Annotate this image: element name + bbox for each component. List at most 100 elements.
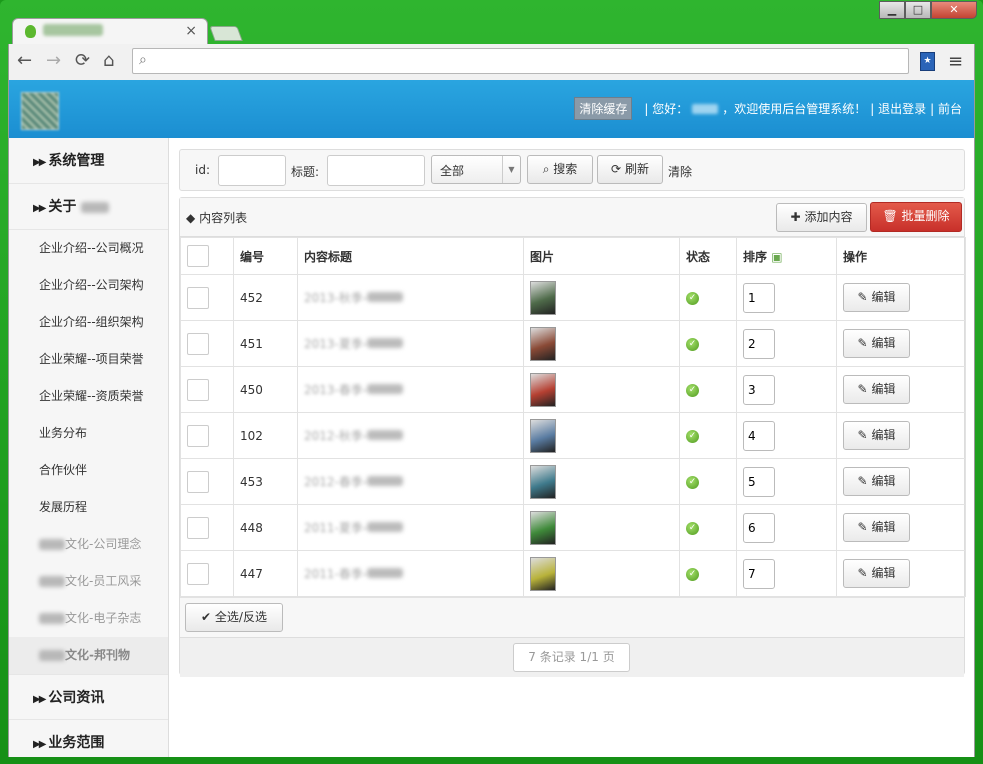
status-ok-icon[interactable]: ✓: [686, 383, 699, 397]
sidebar-item-history[interactable]: 发展历程: [9, 489, 168, 526]
reload-icon[interactable]: ⟳: [75, 51, 90, 71]
minimize-button[interactable]: ▁: [879, 1, 905, 19]
sort-order-input[interactable]: [743, 374, 775, 405]
sidebar-item-project-honors[interactable]: 企业荣耀--项目荣誉: [9, 341, 168, 378]
row-title[interactable]: 2012-春季-: [297, 458, 524, 505]
sidebar-section-about[interactable]: ▶▶ 关于: [9, 184, 168, 230]
edit-button[interactable]: ✎ 编辑: [843, 283, 910, 312]
row-thumbnail[interactable]: [530, 510, 556, 545]
row-title[interactable]: 2011-春季-: [297, 550, 524, 597]
row-title[interactable]: 2012-秋季-: [297, 412, 524, 459]
row-thumbnail[interactable]: [530, 280, 556, 315]
row-thumbnail[interactable]: [530, 372, 556, 407]
forward-icon[interactable]: →: [46, 51, 61, 71]
clear-link[interactable]: 清除: [668, 163, 692, 180]
sort-order-input[interactable]: [743, 512, 775, 543]
id-input[interactable]: [218, 155, 286, 186]
redacted-text: [39, 650, 65, 661]
edit-button[interactable]: ✎ 编辑: [843, 421, 910, 450]
status-ok-icon[interactable]: ✓: [686, 429, 699, 443]
frontend-link[interactable]: | 前台: [930, 100, 962, 117]
status-ok-icon[interactable]: ✓: [686, 337, 699, 351]
row-checkbox[interactable]: [187, 470, 209, 493]
row-title[interactable]: 2013-春季-: [297, 366, 524, 413]
row-thumbnail[interactable]: [530, 464, 556, 499]
tab-close-icon[interactable]: ×: [185, 23, 197, 39]
row-checkbox[interactable]: [187, 286, 209, 309]
browser-tab[interactable]: ×: [12, 18, 208, 44]
sort-order-input[interactable]: [743, 420, 775, 451]
row-thumbnail[interactable]: [530, 418, 556, 453]
edit-icon: ✎: [857, 290, 868, 304]
address-input[interactable]: [159, 52, 899, 70]
row-thumbnail[interactable]: [530, 556, 556, 591]
sidebar-item-culture-staff[interactable]: 文化-员工风采: [9, 563, 168, 600]
sidebar-item-qualification-honors[interactable]: 企业荣耀--资质荣誉: [9, 378, 168, 415]
table-row: 102 2012-秋季- ✓ ✎ 编辑: [180, 412, 966, 459]
edit-button[interactable]: ✎ 编辑: [843, 375, 910, 404]
row-checkbox[interactable]: [187, 516, 209, 539]
sidebar-section-business[interactable]: ▶▶ 业务范围: [9, 720, 168, 757]
category-select[interactable]: 全部 ▼: [431, 155, 521, 184]
new-tab-button[interactable]: [209, 26, 243, 41]
row-checkbox[interactable]: [187, 562, 209, 585]
row-sort: [736, 274, 837, 321]
row-title[interactable]: 2011-夏季-: [297, 504, 524, 551]
maximize-button[interactable]: □: [905, 1, 931, 19]
row-thumbnail[interactable]: [530, 326, 556, 361]
status-ok-icon[interactable]: ✓: [686, 291, 699, 305]
sidebar-item-org-structure[interactable]: 企业介绍--组织架构: [9, 304, 168, 341]
sidebar-item-company-structure[interactable]: 企业介绍--公司架构: [9, 267, 168, 304]
status-ok-icon[interactable]: ✓: [686, 567, 699, 581]
sidebar-item-company-overview[interactable]: 企业介绍--公司概况: [9, 230, 168, 267]
sort-order-input[interactable]: [743, 282, 775, 313]
clear-cache-button[interactable]: 清除缓存: [574, 97, 633, 120]
sort-order-input[interactable]: [743, 558, 775, 589]
title-input[interactable]: [327, 155, 425, 186]
tab-title-redacted: [43, 24, 103, 36]
close-window-button[interactable]: ✕: [931, 1, 977, 19]
row-checkbox[interactable]: [187, 378, 209, 401]
edit-button[interactable]: ✎ 编辑: [843, 467, 910, 496]
edit-button[interactable]: ✎ 编辑: [843, 329, 910, 358]
redacted-text: [367, 476, 404, 486]
extension-star-icon[interactable]: ★: [920, 52, 935, 71]
sidebar-item-culture-philosophy[interactable]: 文化-公司理念: [9, 526, 168, 563]
row-checkbox[interactable]: [187, 332, 209, 355]
sidebar-section-news[interactable]: ▶▶ 公司资讯: [9, 674, 168, 720]
row-title[interactable]: 2013-夏季-: [297, 320, 524, 367]
row-id: 447: [233, 550, 298, 597]
add-content-button[interactable]: ✚ 添加内容: [776, 203, 867, 232]
edit-button[interactable]: ✎ 编辑: [843, 559, 910, 588]
status-ok-icon[interactable]: ✓: [686, 521, 699, 535]
sidebar-section-system[interactable]: ▶▶ 系统管理: [9, 138, 168, 184]
bulk-delete-button[interactable]: 🗑 批量删除: [870, 202, 962, 232]
item-label: 文化-员工风采: [65, 574, 142, 588]
table-row: 451 2013-夏季- ✓ ✎ 编辑: [180, 320, 966, 367]
content-table: 编号 内容标题 图片 状态 排序 ▣ 操作 4522013-秋季-✓✎ 编辑45…: [180, 237, 966, 597]
back-icon[interactable]: ←: [17, 51, 32, 71]
redacted-text: [39, 613, 65, 624]
sidebar-item-culture-publication[interactable]: 文化-邦刊物: [9, 637, 168, 674]
search-button[interactable]: ⌕ 搜索: [527, 155, 593, 184]
row-sort: [736, 458, 837, 505]
sort-order-input[interactable]: [743, 466, 775, 497]
sidebar-item-culture-magazine[interactable]: 文化-电子杂志: [9, 600, 168, 637]
browser-menu-icon[interactable]: ≡: [948, 51, 963, 72]
refresh-button[interactable]: ⟳ 刷新: [597, 155, 663, 184]
main-content: id: 标题: 全部 ▼ ⌕ 搜索 ⟳ 刷新 清除 ◆ 内容列表 ✚ 添加内容 🗑…: [179, 149, 966, 677]
status-ok-icon[interactable]: ✓: [686, 475, 699, 489]
save-sort-icon[interactable]: ▣: [771, 250, 782, 264]
row-checkbox-cell: [180, 366, 234, 413]
select-all-toggle-button[interactable]: ✔ 全选/反选: [185, 603, 283, 632]
home-icon[interactable]: ⌂: [103, 51, 114, 71]
sidebar-item-partners[interactable]: 合作伙伴: [9, 452, 168, 489]
logout-link[interactable]: | 退出登录: [870, 100, 926, 117]
trash-icon: 🗑: [882, 209, 898, 223]
select-all-checkbox[interactable]: [187, 245, 209, 267]
row-checkbox[interactable]: [187, 424, 209, 447]
sidebar-item-business-distribution[interactable]: 业务分布: [9, 415, 168, 452]
row-title[interactable]: 2013-秋季-: [297, 274, 524, 321]
sort-order-input[interactable]: [743, 328, 775, 359]
edit-button[interactable]: ✎ 编辑: [843, 513, 910, 542]
